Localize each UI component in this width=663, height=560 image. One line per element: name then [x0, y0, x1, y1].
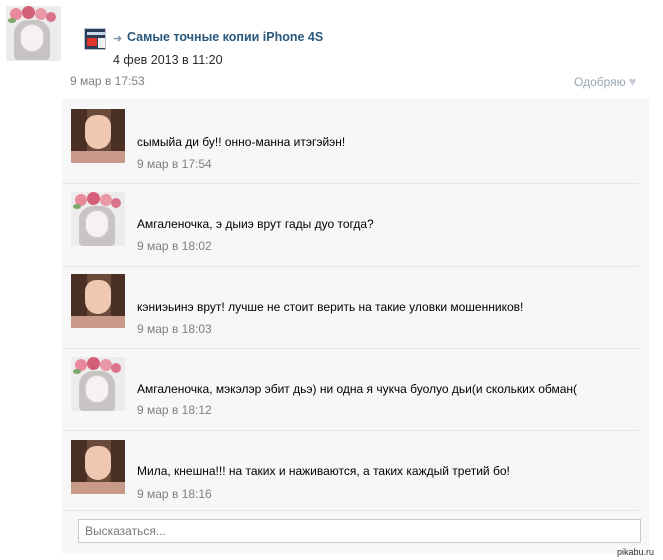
- like-button[interactable]: Одобряю ♥: [574, 74, 636, 89]
- reply-time-link[interactable]: 9 мар в 17:54: [137, 157, 212, 171]
- divider: [62, 266, 639, 267]
- repost-source-thumbnail[interactable]: [84, 28, 106, 50]
- reply-text: Амгаленочка, мэкэлэр эбит дьэ) ни одна я…: [137, 382, 578, 396]
- flower-icon: [46, 12, 56, 22]
- repost-date: 4 фев 2013 в 11:20: [113, 53, 223, 67]
- heart-icon: ♥: [628, 74, 637, 89]
- flower-icon: [87, 357, 100, 370]
- reply-avatar[interactable]: [71, 109, 125, 163]
- reply-text: Мила, кнешна!!! на таких и наживаются, а…: [137, 464, 510, 478]
- leaf-icon: [73, 369, 81, 374]
- leaf-icon: [73, 204, 81, 209]
- reply-text: сымыйа ди бу!! онно-манна итэгэйэн!: [137, 135, 346, 149]
- reply-avatar[interactable]: [71, 192, 125, 246]
- leaf-icon: [8, 18, 16, 23]
- repost-arrow-icon: ➜: [113, 33, 123, 45]
- reply-time-link[interactable]: 9 мар в 18:03: [137, 322, 212, 336]
- flower-icon: [111, 363, 121, 373]
- watermark: pikabu.ru: [617, 547, 655, 557]
- repost-title-link[interactable]: Самые точные копии iPhone 4S: [127, 30, 323, 44]
- flower-icon: [111, 198, 121, 208]
- replies-section: сымыйа ди бу!! онно-манна итэгэйэн! 9 ма…: [62, 99, 649, 554]
- reply-avatar[interactable]: [71, 357, 125, 411]
- avatar-face: [20, 24, 44, 52]
- divider: [62, 430, 639, 431]
- divider: [62, 348, 639, 349]
- reply-time-link[interactable]: 9 мар в 18:16: [137, 487, 212, 501]
- reply-time-link[interactable]: 9 мар в 18:12: [137, 403, 212, 417]
- reply-text: Амгаленочка, э дыиэ врут гады дуо тогда?: [137, 217, 374, 231]
- reply-form: [70, 511, 641, 543]
- flower-icon: [22, 6, 35, 19]
- reply-text: кэниэьинэ врут! лучше не стоит верить на…: [137, 300, 524, 314]
- reply-avatar[interactable]: [71, 274, 125, 328]
- reply-time-link[interactable]: 9 мар в 18:02: [137, 239, 212, 253]
- reply-input[interactable]: [78, 519, 641, 543]
- like-label: Одобряю: [574, 75, 626, 89]
- post-author-avatar[interactable]: [6, 6, 61, 61]
- divider: [62, 183, 639, 184]
- post-time-link[interactable]: 9 мар в 17:53: [70, 74, 145, 88]
- reply-avatar[interactable]: [71, 440, 125, 494]
- flower-icon: [87, 192, 100, 205]
